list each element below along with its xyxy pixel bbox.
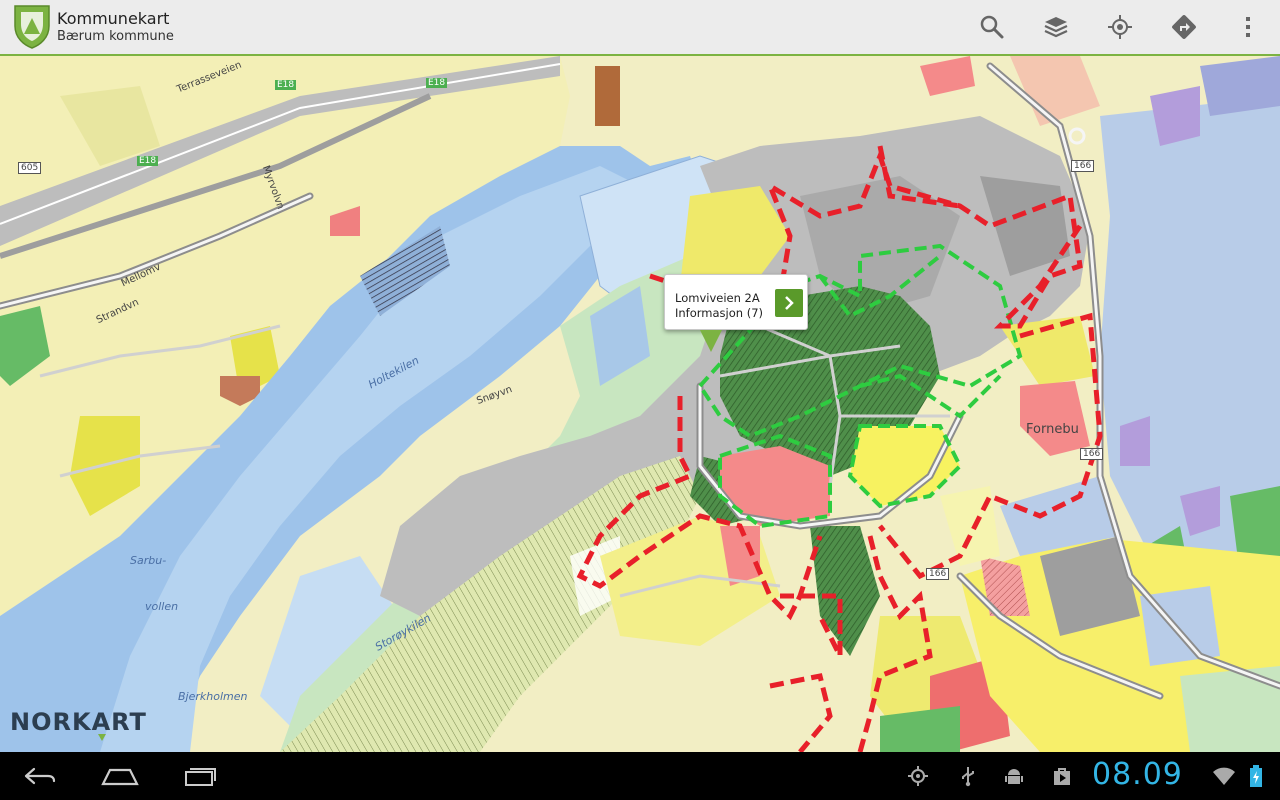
back-button[interactable] [0, 752, 80, 800]
title-block: Kommunekart Bærum kommune [57, 9, 174, 45]
directions-button[interactable] [1152, 0, 1216, 54]
callout-info-count: Informasjon (7) [675, 306, 763, 320]
app-title: Kommunekart [57, 9, 170, 28]
my-location-icon [1108, 15, 1132, 39]
map-label-bjerkholmen: Bjerkholmen [178, 690, 248, 703]
road-shield-166-a: 166 [1071, 160, 1095, 172]
map-pin-icon[interactable] [700, 330, 722, 352]
layers-icon [1044, 17, 1068, 38]
road-shield-e18-c: E18 [137, 156, 159, 166]
action-bar: Kommunekart Bærum kommune [0, 0, 1280, 56]
overflow-menu-icon [1246, 17, 1250, 37]
home-button[interactable] [80, 752, 160, 800]
status-clock: 08.09 [1092, 757, 1183, 792]
my-location-button[interactable] [1088, 0, 1152, 54]
recent-apps-icon [185, 768, 216, 786]
wifi-status-icon [1212, 764, 1236, 788]
road-shield-e18-b: E18 [426, 78, 448, 88]
android-debug-icon [1002, 764, 1026, 788]
usb-status-icon [956, 764, 980, 788]
back-icon [24, 767, 56, 785]
chevron-right-icon [785, 296, 794, 310]
gps-status-icon [906, 764, 930, 788]
play-store-notification-icon [1050, 764, 1074, 788]
app-icon[interactable] [12, 3, 52, 51]
road-shield-166-c: 166 [926, 568, 950, 580]
system-nav-bar: 08.09 [0, 752, 1280, 800]
road-shield-605: 605 [18, 162, 42, 174]
road-shield-166-b: 166 [1080, 448, 1104, 460]
map-label-vollen: vollen [145, 600, 179, 613]
layers-button[interactable] [1024, 0, 1088, 54]
overflow-menu-button[interactable] [1216, 0, 1280, 54]
search-button[interactable] [960, 0, 1024, 54]
battery-charging-icon [1244, 764, 1268, 788]
home-icon [101, 768, 139, 786]
map-label-sarbu: Sarbu- [130, 554, 167, 567]
action-buttons [960, 0, 1280, 54]
norkart-logo-mark-icon [98, 734, 106, 741]
map-view[interactable]: Holtekilen Storøykilen Sarbu- vollen Bje… [0, 56, 1280, 752]
app-subtitle: Bærum kommune [57, 29, 174, 44]
callout-open-button[interactable] [775, 289, 803, 317]
map-info-callout[interactable]: Lomviveien 2A Informasjon (7) [664, 274, 808, 330]
norkart-logo: NORKART [10, 708, 147, 736]
callout-text: Lomviveien 2A Informasjon (7) [675, 291, 763, 321]
search-icon [980, 15, 1004, 39]
app-root: Kommunekart Bærum kommune Holtekilen Sto… [0, 0, 1280, 800]
recent-apps-button[interactable] [160, 752, 240, 800]
road-shield-e18-a: E18 [275, 80, 297, 90]
municipality-shield-icon [14, 5, 50, 49]
map-label-fornebu: Fornebu [1026, 422, 1079, 437]
callout-address: Lomviveien 2A [675, 291, 760, 305]
directions-icon [1172, 15, 1196, 39]
